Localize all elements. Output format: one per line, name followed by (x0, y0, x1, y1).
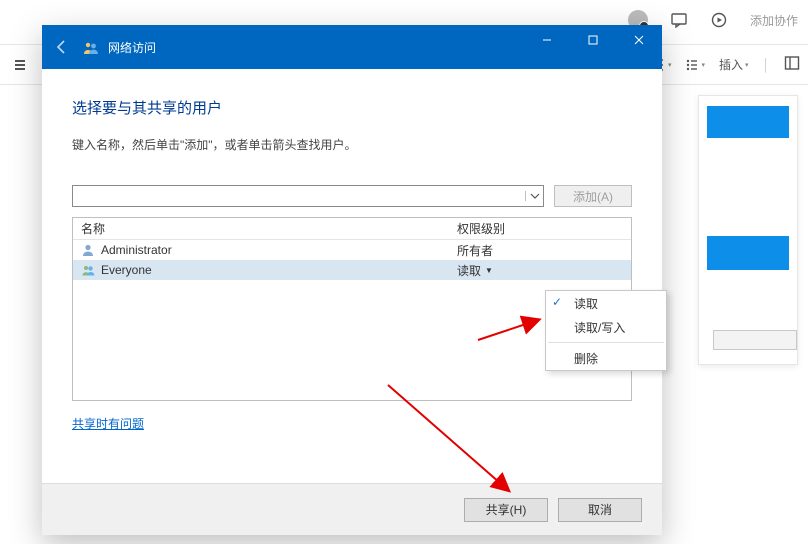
dialog-footer: 共享(H) 取消 (42, 483, 662, 535)
left-tool-1-icon[interactable] (10, 55, 30, 75)
minimize-button[interactable] (524, 25, 570, 55)
network-access-dialog: 网络访问 选择要与其共享的用户 键入名称，然后单击"添加"，或者单击箭头查找用户… (42, 25, 662, 535)
toolbar-separator: │ (763, 58, 771, 72)
share-button[interactable]: 共享(H) (464, 498, 548, 522)
check-icon: ✓ (552, 295, 562, 309)
maximize-button[interactable] (570, 25, 616, 55)
background-side-panel (698, 95, 798, 365)
chevron-down-icon[interactable]: ▼ (485, 266, 493, 275)
col-permission-header[interactable]: 权限级别 (451, 220, 631, 237)
close-button[interactable] (616, 25, 662, 55)
add-button: 添加(A) (554, 185, 632, 207)
panel-button[interactable] (713, 330, 797, 350)
dialog-title: 网络访问 (108, 39, 156, 56)
row-permission: 所有者 (457, 242, 493, 259)
group-icon (81, 263, 95, 277)
user-combo[interactable] (72, 185, 544, 207)
chevron-down-icon[interactable] (525, 191, 543, 201)
dialog-content: 选择要与其共享的用户 键入名称，然后单击"添加"，或者单击箭头查找用户。 添加(… (42, 69, 662, 432)
menu-item-label: 删除 (574, 350, 598, 367)
permission-context-menu: ✓ 读取 读取/写入 删除 (545, 290, 667, 371)
menu-item-label: 读取/写入 (574, 319, 625, 336)
chat-icon[interactable] (670, 11, 688, 29)
insert-dropdown[interactable]: 插入▾ (719, 56, 749, 73)
row-name: Everyone (101, 263, 152, 277)
menu-item-label: 读取 (574, 295, 598, 312)
row-name: Administrator (101, 243, 172, 257)
dialog-heading: 选择要与其共享的用户 (72, 97, 632, 118)
table-row[interactable]: Everyone 读取 ▼ (73, 260, 631, 280)
row-permission: 读取 (457, 262, 481, 279)
menu-item-read-write[interactable]: 读取/写入 (546, 315, 666, 339)
add-collab-label[interactable]: 添加协作 (750, 12, 798, 29)
back-icon[interactable] (42, 25, 82, 69)
layout-icon[interactable] (784, 55, 800, 74)
panel-blue-bar-1 (707, 106, 789, 138)
menu-item-read[interactable]: ✓ 读取 (546, 291, 666, 315)
menu-item-delete[interactable]: 删除 (546, 346, 666, 370)
bullet-list-icon[interactable]: ▾ (685, 58, 705, 72)
network-icon (82, 38, 100, 56)
panel-blue-bar-2 (707, 236, 789, 270)
col-name-header[interactable]: 名称 (73, 220, 451, 237)
play-circle-icon[interactable] (710, 11, 728, 29)
dialog-titlebar: 网络访问 (42, 25, 662, 69)
menu-separator (548, 342, 664, 343)
table-header: 名称 权限级别 (73, 218, 631, 240)
dialog-instruction: 键入名称，然后单击"添加"，或者单击箭头查找用户。 (72, 136, 632, 153)
help-link[interactable]: 共享时有问题 (72, 415, 144, 432)
insert-label: 插入 (719, 56, 743, 73)
table-row[interactable]: Administrator 所有者 (73, 240, 631, 260)
user-icon (81, 243, 95, 257)
cancel-button[interactable]: 取消 (558, 498, 642, 522)
